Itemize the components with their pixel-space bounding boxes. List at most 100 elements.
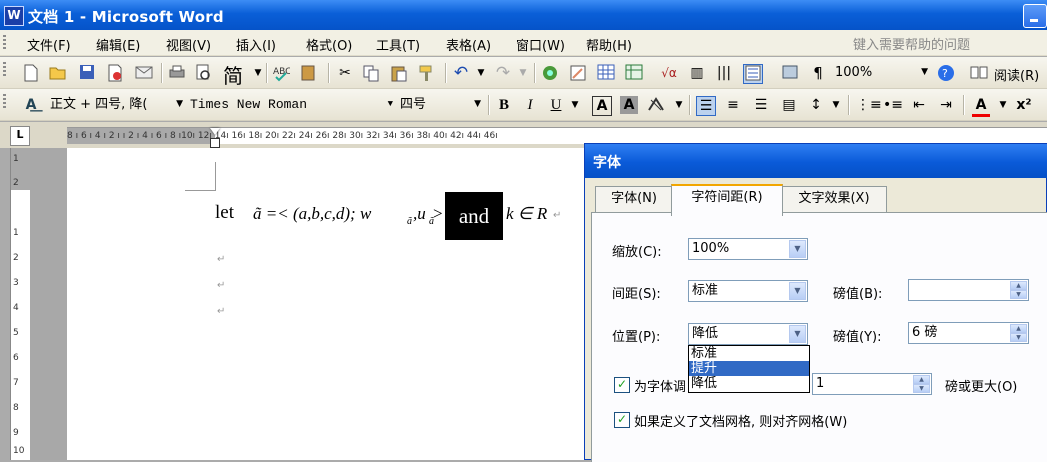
thumbnails-icon[interactable] xyxy=(781,64,799,82)
help-icon[interactable]: ? xyxy=(937,64,955,82)
show-formatting-icon[interactable]: ¶ xyxy=(809,64,827,82)
font-color-icon[interactable]: A xyxy=(972,96,990,117)
position-option-lowered[interactable]: 降低 xyxy=(689,376,809,391)
horizontal-ruler[interactable]: 8 ı 6 ı 4 ı 2 ı ı 2 ı 4 ı 6 ı 8 ı10ı 12ı… xyxy=(67,127,1047,148)
permission-icon[interactable] xyxy=(106,64,124,82)
spin-down-icon[interactable]: ▼ xyxy=(1010,333,1027,342)
position-points-input[interactable]: 6 磅 ▲ ▼ xyxy=(908,322,1029,344)
increase-indent-icon[interactable]: ⇥ xyxy=(937,96,955,114)
character-shading-icon[interactable]: A xyxy=(620,96,638,114)
print-icon[interactable] xyxy=(168,64,186,82)
menu-format[interactable]: 格式(O) xyxy=(306,35,352,54)
underline-dropdown-icon[interactable]: ▼ xyxy=(566,96,584,114)
left-indent-marker[interactable] xyxy=(210,138,220,148)
cut-icon[interactable]: ✂ xyxy=(336,64,354,82)
spin-up-icon[interactable]: ▲ xyxy=(913,375,930,384)
menu-table[interactable]: 表格(A) xyxy=(446,35,491,54)
tab-font[interactable]: 字体(N) xyxy=(595,186,673,213)
equation-icon[interactable]: √α xyxy=(660,64,678,82)
chevron-down-icon[interactable]: ▼ xyxy=(388,95,393,114)
read-button[interactable]: 阅读(R) xyxy=(994,65,1039,84)
position-option-raised[interactable]: 提升 xyxy=(689,361,809,376)
undo-dropdown-icon[interactable]: ▼ xyxy=(472,64,490,82)
tab-text-effects[interactable]: 文字效果(X) xyxy=(781,186,887,213)
bold-button[interactable]: B xyxy=(495,96,513,114)
selected-text-and[interactable]: and xyxy=(445,192,503,240)
superscript-button[interactable]: x² xyxy=(1015,96,1033,114)
kerning-points-input[interactable]: 1 ▲ ▼ xyxy=(812,373,932,395)
word-app-icon[interactable]: W xyxy=(4,6,24,26)
columns-icon[interactable]: ▥ xyxy=(688,64,706,82)
line-spacing-icon[interactable]: ↕ xyxy=(807,96,825,114)
size-combo[interactable]: 四号 ▼ xyxy=(396,95,484,115)
font-color-dropdown-icon[interactable]: ▼ xyxy=(994,96,1012,114)
underline-button[interactable]: U xyxy=(547,96,565,114)
align-justify-icon[interactable]: ☰ xyxy=(696,96,716,116)
distributed-icon[interactable]: ▤ xyxy=(780,96,798,114)
decrease-indent-icon[interactable]: ⇤ xyxy=(910,96,928,114)
spin-up-icon[interactable]: ▲ xyxy=(1010,324,1027,333)
menu-help[interactable]: 帮助(H) xyxy=(586,35,632,54)
zoom-combo[interactable]: 100% ▼ xyxy=(831,63,931,83)
align-center-icon[interactable]: ≡ xyxy=(724,96,742,114)
menu-grip[interactable] xyxy=(3,35,6,51)
chevron-down-icon[interactable]: ▼ xyxy=(176,95,183,114)
italic-button[interactable]: I xyxy=(521,96,539,114)
copy-icon[interactable] xyxy=(362,64,380,82)
menu-file[interactable]: 文件(F) xyxy=(27,35,71,54)
read-icon[interactable] xyxy=(970,64,988,82)
tables-borders-icon[interactable] xyxy=(569,64,587,82)
document-map-icon[interactable] xyxy=(743,64,763,84)
spelling-icon[interactable]: ABC xyxy=(272,64,291,82)
style-combo[interactable]: 正文 + 四号, 降(▼ xyxy=(46,95,186,115)
hyperlink-icon[interactable] xyxy=(541,64,559,82)
scaling-dropdown-icon[interactable]: ▼ xyxy=(670,96,688,114)
kerning-checkbox[interactable]: ✓ xyxy=(614,377,630,393)
tab-character-spacing[interactable]: 字符间距(R) xyxy=(671,184,783,216)
help-search-box[interactable]: 键入需要帮助的问题 xyxy=(850,34,1047,53)
simplified-chinese-button[interactable]: 简 xyxy=(223,60,243,89)
chevron-down-icon[interactable]: ▼ xyxy=(249,64,267,82)
tab-stop-selector[interactable]: L xyxy=(10,126,30,146)
numbering-icon[interactable]: ⋮≡ xyxy=(856,96,882,114)
research-icon[interactable] xyxy=(300,64,318,82)
spin-up-icon[interactable]: ▲ xyxy=(1010,281,1027,290)
chevron-down-icon[interactable]: ▼ xyxy=(789,282,806,300)
position-select[interactable]: 降低 ▼ xyxy=(688,323,808,345)
spin-down-icon[interactable]: ▼ xyxy=(1010,290,1027,299)
email-icon[interactable] xyxy=(135,64,153,82)
insert-excel-icon[interactable] xyxy=(625,64,643,82)
font-combo[interactable]: Times New Roman ▼ xyxy=(186,95,396,115)
redo-icon[interactable]: ↷ xyxy=(494,64,512,82)
bullets-icon[interactable]: •≡ xyxy=(883,96,903,114)
snap-to-grid-checkbox[interactable]: ✓ xyxy=(614,412,630,428)
print-preview-icon[interactable] xyxy=(195,64,213,82)
toolbar-grip[interactable] xyxy=(3,94,6,110)
vertical-ruler[interactable]: 1 2 1 2 3 4 5 6 7 8 9 10 xyxy=(10,148,31,460)
toolbar-grip[interactable] xyxy=(3,62,6,78)
chevron-down-icon[interactable]: ▼ xyxy=(474,95,481,114)
spacing-points-input[interactable]: ▲ ▼ xyxy=(908,279,1029,301)
menu-tools[interactable]: 工具(T) xyxy=(376,35,420,54)
undo-icon[interactable]: ↶ xyxy=(452,64,470,82)
menu-insert[interactable]: 插入(I) xyxy=(236,35,276,54)
format-painter-icon[interactable] xyxy=(418,64,436,82)
redo-dropdown-icon[interactable]: ▼ xyxy=(514,64,532,82)
new-document-icon[interactable] xyxy=(22,64,40,82)
chevron-down-icon[interactable]: ▼ xyxy=(789,240,806,258)
document-page[interactable]: let ã =< (a,b,c,d); w ã ,u ã > and k ∈ R… xyxy=(67,148,587,460)
character-border-icon[interactable]: A xyxy=(592,96,612,116)
minimize-button[interactable] xyxy=(1023,4,1047,28)
line-spacing-dropdown-icon[interactable]: ▼ xyxy=(827,96,845,114)
position-option-normal[interactable]: 标准 xyxy=(689,346,809,361)
menu-view[interactable]: 视图(V) xyxy=(166,35,211,54)
paste-icon[interactable] xyxy=(390,64,408,82)
align-right-icon[interactable]: ☰ xyxy=(752,96,770,114)
drawing-icon[interactable]: ||| xyxy=(715,64,733,82)
scale-select[interactable]: 100% ▼ xyxy=(688,238,808,260)
spacing-select[interactable]: 标准 ▼ xyxy=(688,280,808,302)
insert-table-icon[interactable] xyxy=(597,64,615,82)
chevron-down-icon[interactable]: ▼ xyxy=(921,63,928,82)
chevron-down-icon[interactable]: ▼ xyxy=(789,325,806,343)
menu-edit[interactable]: 编辑(E) xyxy=(96,35,140,54)
